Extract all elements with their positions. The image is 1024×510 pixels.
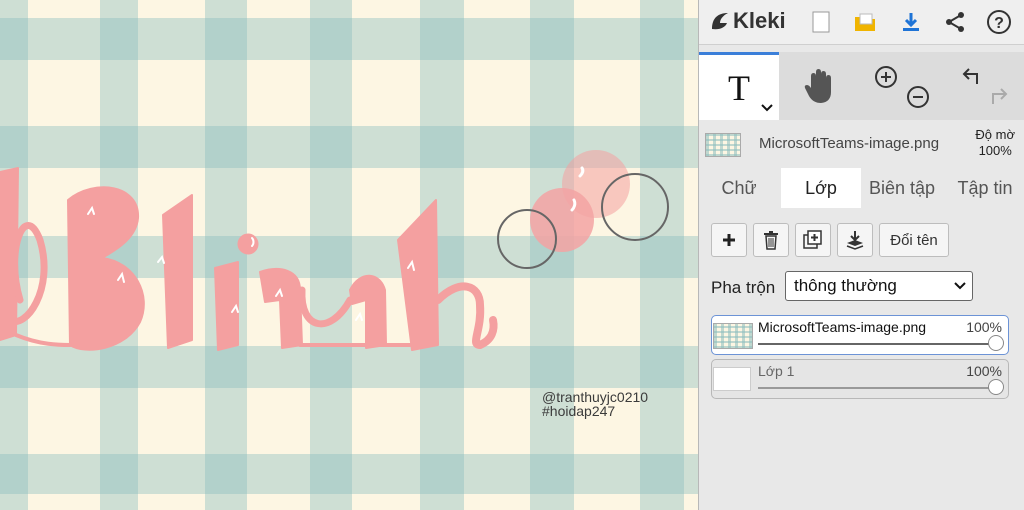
zoom-in-icon[interactable] xyxy=(873,64,899,90)
layer-row-selected[interactable]: MicrosoftTeams-image.png 100% xyxy=(711,315,1009,355)
drawing-canvas[interactable]: @tranthuyjc0210 #hoidap247 xyxy=(0,0,698,510)
layer-name: MicrosoftTeams-image.png xyxy=(758,319,927,335)
new-image-icon[interactable] xyxy=(805,6,837,38)
open-folder-icon[interactable] xyxy=(849,6,881,38)
tool-row: T xyxy=(699,52,1024,120)
merge-layer-icon xyxy=(846,231,864,250)
panel-tabs: Chữ Lớp Biên tập Tập tin xyxy=(699,168,1024,208)
app-name: Kleki xyxy=(733,8,786,33)
tab-file[interactable]: Tập tin xyxy=(945,168,1024,208)
opacity-label: Độ mờ xyxy=(975,127,1015,142)
layer-opacity: 100% xyxy=(966,319,1002,335)
chevron-down-icon[interactable] xyxy=(761,104,773,112)
svg-text:?: ? xyxy=(994,15,1004,32)
top-toolbar: Kleki ? xyxy=(699,0,1024,45)
opacity-slider-track[interactable] xyxy=(758,387,994,389)
layer-opacity: 100% xyxy=(966,363,1002,379)
opacity-slider-track[interactable] xyxy=(758,343,994,345)
layer-thumbnail xyxy=(705,133,741,157)
delete-layer-icon xyxy=(764,231,778,250)
delete-layer-button[interactable] xyxy=(753,223,789,257)
redo-icon[interactable] xyxy=(987,82,1013,108)
current-layer-name: MicrosoftTeams-image.png xyxy=(759,135,940,152)
layer-thumbnail xyxy=(713,367,751,391)
lettering-artwork xyxy=(0,150,669,351)
tab-text[interactable]: Chữ xyxy=(699,168,779,208)
tab-layers[interactable]: Lớp xyxy=(781,168,861,208)
add-layer-button[interactable] xyxy=(711,223,747,257)
app-logo[interactable]: Kleki xyxy=(709,8,786,34)
current-layer-info: MicrosoftTeams-image.png Độ mờ 100% xyxy=(699,122,1024,166)
blend-mode-select[interactable]: thông thường xyxy=(785,271,973,301)
blend-mode-label: Pha trộn xyxy=(711,278,776,297)
undo-icon[interactable] xyxy=(957,64,983,90)
add-layer-icon xyxy=(723,234,735,246)
duplicate-layer-icon xyxy=(803,230,822,249)
side-panel: Kleki ? T MicrosoftTeams-image.png Độ mờ… xyxy=(698,0,1024,510)
layer-name: Lớp 1 xyxy=(758,363,795,379)
zoom-controls xyxy=(863,52,943,120)
layer-row[interactable]: Lớp 1 100% xyxy=(711,359,1009,399)
kleki-logo-icon xyxy=(712,13,728,30)
share-icon[interactable] xyxy=(939,6,971,38)
hand-tool-icon xyxy=(804,69,831,103)
brush-dot xyxy=(530,188,594,252)
merge-layer-button[interactable] xyxy=(837,223,873,257)
history-controls xyxy=(945,52,1024,120)
duplicate-layer-button[interactable] xyxy=(795,223,831,257)
rename-layer-button[interactable]: Đổi tên xyxy=(879,223,949,257)
help-icon[interactable]: ? xyxy=(983,6,1015,38)
download-icon[interactable] xyxy=(895,6,927,38)
tab-edit[interactable]: Biên tập xyxy=(861,168,943,208)
layers-tab-content: Đổi tên Pha trộn thông thường MicrosoftT… xyxy=(699,208,1024,510)
zoom-out-icon[interactable] xyxy=(905,84,931,110)
opacity-value: 100% xyxy=(978,143,1012,158)
layer-thumbnail xyxy=(713,323,753,349)
text-tool-icon: T xyxy=(728,67,750,108)
opacity-slider-handle[interactable] xyxy=(988,335,1004,351)
blend-mode-value: thông thường xyxy=(794,276,897,295)
watermark-hashtag: #hoidap247 xyxy=(542,403,616,419)
opacity-slider-handle[interactable] xyxy=(988,379,1004,395)
text-tool-button[interactable]: T xyxy=(699,52,779,120)
hand-tool-button[interactable] xyxy=(781,52,859,120)
chevron-down-icon xyxy=(954,272,966,310)
